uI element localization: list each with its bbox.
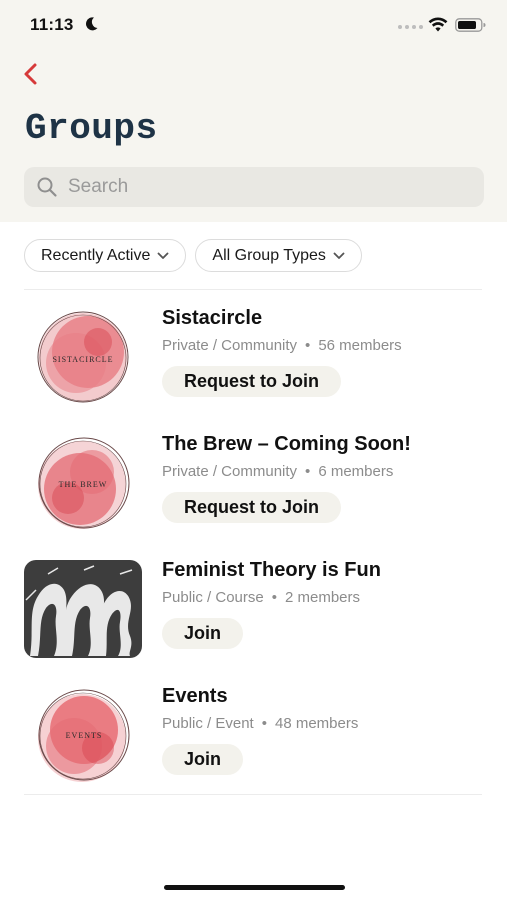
separator-dot: •	[305, 337, 311, 354]
filter-bar: Recently Active All Group Types	[24, 239, 362, 272]
events-logo: EVENTS	[38, 689, 130, 782]
group-type: Private / Community	[162, 463, 298, 480]
chevron-down-icon	[333, 252, 345, 259]
filter-label: Recently Active	[41, 246, 151, 264]
group-info: Feminist Theory is Fun Public / Course • 2…	[162, 559, 381, 649]
group-member-count: 48 members	[274, 715, 359, 732]
moon-icon	[86, 17, 98, 31]
join-button[interactable]: Join	[162, 744, 244, 775]
request-to-join-button[interactable]: Request to Join	[162, 366, 342, 397]
filter-all-group-types[interactable]: All Group Types	[195, 239, 362, 272]
back-chevron-icon[interactable]	[20, 61, 42, 87]
home-indicator[interactable]	[164, 885, 345, 890]
group-type: Private / Community	[162, 337, 298, 354]
chevron-down-icon	[157, 252, 169, 259]
group-member-count: 2 members	[284, 589, 361, 606]
wifi-icon	[428, 17, 448, 32]
group-meta: Private / Community • 56 members	[162, 337, 402, 354]
group-type: Public / Event	[162, 715, 254, 732]
search-icon	[37, 177, 57, 197]
svg-text:THE BREW: THE BREW	[59, 480, 108, 489]
cellular-signal-icon	[398, 25, 423, 29]
status-time: 11:13	[30, 15, 74, 34]
group-list: SISTACIRCLE Sistacircle Private / Commun…	[24, 289, 482, 795]
the-brew-logo: THE BREW	[38, 437, 130, 529]
group-member-count: 56 members	[318, 337, 402, 354]
group-row-events[interactable]: EVENTS Events Public / Event • 48 members …	[24, 668, 482, 794]
header-area: 11:13 Groups	[0, 0, 507, 222]
divider	[24, 794, 482, 795]
sistacircle-logo: SISTACIRCLE	[37, 311, 129, 403]
group-member-count: 6 members	[318, 463, 394, 480]
battery-icon	[455, 18, 486, 32]
group-name: Events	[162, 685, 228, 707]
group-info: Events Public / Event • 48 members Join	[162, 685, 358, 775]
search-input[interactable]	[68, 176, 448, 198]
group-name: The Brew – Coming Soon!	[162, 433, 411, 455]
request-to-join-button[interactable]: Request to Join	[162, 492, 342, 523]
search-bar[interactable]	[24, 167, 484, 207]
separator-dot: •	[305, 463, 311, 480]
feminist-theory-logo	[24, 560, 142, 658]
status-bar: 11:13	[0, 0, 507, 52]
svg-text:SISTACIRCLE: SISTACIRCLE	[52, 355, 113, 364]
group-meta: Public / Course • 2 members	[162, 589, 381, 606]
group-row-feminist-theory[interactable]: Feminist Theory is Fun Public / Course • 2…	[24, 542, 482, 668]
group-info: Sistacircle Private / Community • 56 membe…	[162, 307, 402, 397]
group-row-the-brew[interactable]: THE BREW The Brew – Coming Soon! Private…	[24, 416, 482, 542]
group-name: Sistacircle	[162, 307, 263, 329]
group-meta: Private / Community • 6 members	[162, 463, 411, 480]
group-type: Public / Course	[162, 589, 264, 606]
group-meta: Public / Event • 48 members	[162, 715, 358, 732]
group-row-sistacircle[interactable]: SISTACIRCLE Sistacircle Private / Commun…	[24, 290, 482, 416]
separator-dot: •	[271, 589, 277, 606]
filter-label: All Group Types	[212, 246, 326, 264]
filter-recently-active[interactable]: Recently Active	[24, 239, 187, 272]
group-name: Feminist Theory is Fun	[162, 559, 381, 581]
group-info: The Brew – Coming Soon! Private / Commun…	[162, 433, 411, 523]
page-title: Groups	[25, 108, 158, 149]
join-button[interactable]: Join	[162, 618, 244, 649]
svg-text:EVENTS: EVENTS	[66, 731, 103, 740]
separator-dot: •	[261, 715, 267, 732]
